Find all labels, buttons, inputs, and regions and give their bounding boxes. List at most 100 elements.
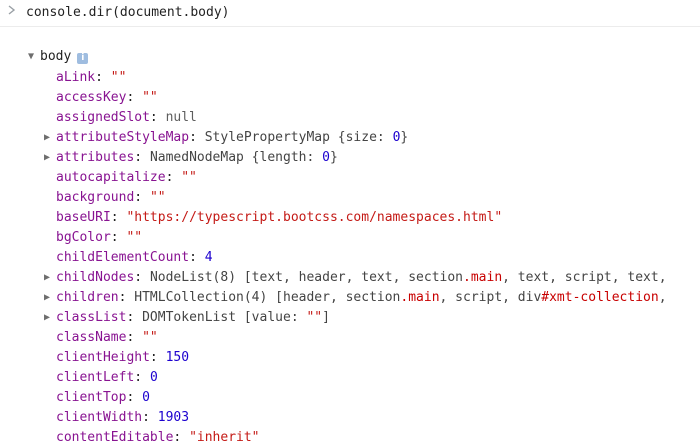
property-colon: : xyxy=(110,230,127,245)
property-value-part: #xmt-collection xyxy=(541,290,659,305)
property-colon: : xyxy=(149,110,166,125)
property-colon: : xyxy=(126,390,143,405)
property-value-part: HTMLCollection(4) [header, section xyxy=(134,290,401,305)
property-row-baseURI: baseURI: "https://typescript.bootcss.com… xyxy=(44,208,700,228)
property-colon: : xyxy=(149,350,166,365)
property-row-clientWidth: clientWidth: 1903 xyxy=(44,408,700,428)
property-colon: : xyxy=(126,310,143,325)
property-value-part: "" xyxy=(142,330,158,345)
property-key: childElementCount xyxy=(56,250,190,265)
property-value-part: 0 xyxy=(142,390,150,405)
property-value-part: , text, script, text, xyxy=(502,270,667,285)
property-row-childNodes[interactable]: ▶ childNodes: NodeList(8) [text, header, … xyxy=(44,268,700,288)
property-row-attributes[interactable]: ▶ attributes: NamedNodeMap {length: 0} xyxy=(44,148,700,168)
property-value-part: DOMTokenList [value: xyxy=(142,310,307,325)
property-value-part: 0 xyxy=(322,150,330,165)
property-row-classList[interactable]: ▶ classList: DOMTokenList [value: ""] xyxy=(44,308,700,328)
property-colon: : xyxy=(110,210,127,225)
property-colon: : xyxy=(134,270,150,285)
property-key: accessKey xyxy=(56,90,127,105)
property-value-part: https://typescript.bootcss.com/namespace… xyxy=(134,210,495,225)
property-value-part: NamedNodeMap {length: xyxy=(149,150,323,165)
property-colon: : xyxy=(134,370,150,385)
property-colon: : xyxy=(165,170,182,185)
property-list: aLink: "" accessKey: "" assignedSlot: null… xyxy=(44,68,700,448)
property-key: classList xyxy=(56,310,127,325)
property-key: background xyxy=(56,190,135,205)
property-row-clientLeft: clientLeft: 0 xyxy=(44,368,700,388)
property-key: className xyxy=(56,330,127,345)
property-colon: : xyxy=(142,410,158,425)
property-value-part: "" xyxy=(126,230,143,245)
property-value-part: NodeList(8) [text, header, text, section xyxy=(149,270,464,285)
property-row-className: className: "" xyxy=(44,328,700,348)
property-value-part: ] xyxy=(322,310,330,325)
property-key: contentEditable xyxy=(56,430,174,445)
triangle-right-icon[interactable]: ▶ xyxy=(44,128,56,148)
property-colon: : xyxy=(126,330,143,345)
property-key: clientLeft xyxy=(56,370,135,385)
property-key: autocapitalize xyxy=(56,170,166,185)
triangle-right-icon[interactable]: ▶ xyxy=(44,288,56,308)
property-value-part: 0 xyxy=(149,370,158,385)
property-value-part: StylePropertyMap {size: xyxy=(204,130,393,145)
triangle-right-icon[interactable]: ▶ xyxy=(44,268,56,288)
property-value-part: } xyxy=(329,150,338,165)
property-row-assignedSlot: assignedSlot: null xyxy=(44,108,700,128)
property-row-children[interactable]: ▶ children: HTMLCollection(4) [header, se… xyxy=(44,288,700,308)
property-key: assignedSlot xyxy=(56,110,150,125)
property-colon: : xyxy=(134,190,150,205)
triangle-right-icon[interactable]: ▶ xyxy=(44,148,56,168)
property-value-part: "" xyxy=(110,70,127,85)
property-value-part: 150 xyxy=(165,350,190,365)
property-value-part: , script, div xyxy=(439,290,542,305)
console-input-row: console.dir(document.body) xyxy=(0,0,700,27)
property-key: bgColor xyxy=(56,230,111,245)
property-row-childElementCount: childElementCount: 4 xyxy=(44,248,700,268)
property-row-contentEditable: contentEditable: "inherit" xyxy=(44,428,700,448)
property-row-bgColor: bgColor: "" xyxy=(44,228,700,248)
property-row-aLink: aLink: "" xyxy=(44,68,700,88)
property-row-accessKey: accessKey: "" xyxy=(44,88,700,108)
info-icon[interactable]: i xyxy=(77,53,89,64)
property-key: clientTop xyxy=(56,390,127,405)
property-key: attributes xyxy=(56,150,135,165)
triangle-right-icon[interactable]: ▶ xyxy=(44,308,56,328)
property-key: clientWidth xyxy=(56,410,143,425)
property-key: attributeStyleMap xyxy=(56,130,190,145)
property-key: children xyxy=(56,290,119,305)
property-value-part: 4 xyxy=(204,250,213,265)
property-key: childNodes xyxy=(56,270,135,285)
property-colon: : xyxy=(173,430,190,445)
property-key: clientHeight xyxy=(56,350,150,365)
property-colon: : xyxy=(95,70,111,85)
property-row-clientHeight: clientHeight: 150 xyxy=(44,348,700,368)
property-value-part: , xyxy=(658,290,667,305)
property-row-background: background: "" xyxy=(44,188,700,208)
property-key: aLink xyxy=(56,70,96,85)
property-value-part: "" xyxy=(149,190,166,205)
property-colon: : xyxy=(126,90,143,105)
property-value-part: " xyxy=(494,210,503,225)
chevron-right-icon xyxy=(8,4,16,19)
console-command[interactable]: console.dir(document.body) xyxy=(26,5,230,20)
triangle-down-icon[interactable]: ▼ xyxy=(28,51,40,62)
property-value-part: "" xyxy=(142,90,158,105)
property-value-part: .main xyxy=(400,290,440,305)
property-row-clientTop: clientTop: 0 xyxy=(44,388,700,408)
property-colon: : xyxy=(189,130,205,145)
property-key: baseURI xyxy=(56,210,111,225)
object-root-row[interactable]: ▼ body i xyxy=(28,49,89,69)
property-colon: : xyxy=(189,250,205,265)
property-value-part: "inherit" xyxy=(189,430,260,445)
property-colon: : xyxy=(134,150,150,165)
object-name: body xyxy=(40,49,72,64)
property-row-autocapitalize: autocapitalize: "" xyxy=(44,168,700,188)
property-row-attributeStyleMap[interactable]: ▶ attributeStyleMap: StylePropertyMap {si… xyxy=(44,128,700,148)
property-value-part: "" xyxy=(306,310,323,325)
property-value-part: null xyxy=(165,110,197,125)
property-colon: : xyxy=(118,290,135,305)
property-value-part: .main xyxy=(463,270,503,285)
property-value-part: "" xyxy=(181,170,197,185)
property-value-part: 1903 xyxy=(157,410,190,425)
